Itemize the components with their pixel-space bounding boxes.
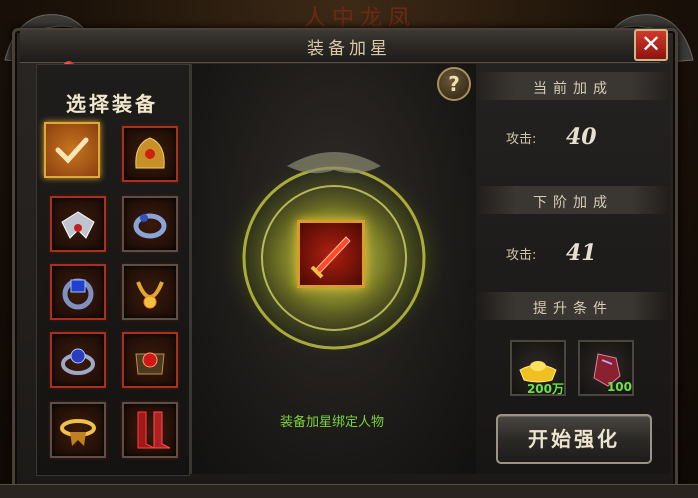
equipment-slot-selected[interactable]: [44, 122, 100, 178]
help-button[interactable]: ?: [437, 67, 471, 101]
equipment-select-title: 选择装备: [66, 92, 158, 116]
target-equipment-slot[interactable]: [297, 220, 365, 288]
equipment-slot-necklace[interactable]: [122, 264, 178, 320]
equipment-slot-amulet[interactable]: [50, 196, 106, 252]
equipment-slot-boots[interactable]: [122, 402, 178, 458]
next-bonus-title: 下阶加成: [533, 195, 613, 211]
next-attack-label: 攻击:: [506, 248, 537, 263]
bind-notice: 装备加星绑定人物: [279, 415, 384, 430]
crimson-boots-icon: [137, 411, 171, 449]
checkmark-icon: [55, 137, 89, 164]
red-sword-icon: [310, 236, 351, 279]
equipment-slot-belt[interactable]: [122, 332, 178, 388]
equipment-slot-gold-ring[interactable]: [50, 402, 106, 458]
gold-ring-icon: [60, 419, 96, 446]
material-count-gold: 200万: [526, 382, 564, 396]
current-attack-value: 40: [566, 124, 597, 150]
current-bonus-title: 当前加成: [533, 81, 613, 97]
equipment-slot-helmet[interactable]: [122, 126, 178, 182]
sapphire-ring-icon: [61, 348, 95, 375]
bracelet-icon: [133, 213, 167, 239]
dragon-necklace-icon: [136, 281, 164, 309]
equipment-slot-sapphire-ring[interactable]: [50, 332, 106, 388]
blue-gem-ring-icon: [62, 278, 94, 310]
winged-amulet-icon: [61, 211, 95, 239]
golden-helmet-icon: [135, 137, 165, 169]
equipment-slot-bracelet[interactable]: [122, 196, 178, 252]
current-attack-label: 攻击:: [506, 132, 537, 147]
background-title: 人中龙凤: [303, 6, 416, 31]
close-button[interactable]: ✕: [634, 29, 668, 61]
requirement-title: 提升条件: [533, 301, 613, 317]
next-attack-value: 41: [566, 240, 597, 266]
equipment-slot-blue-ring[interactable]: [50, 264, 106, 320]
bottom-hud-bar: [0, 484, 698, 498]
game-screen: 人中龙凤 装备加星 ✕ 选择装备 ? 装备加星绑定人物 当前加成 攻击: 40 …: [0, 0, 698, 498]
window-title: 装备加星: [307, 39, 391, 59]
ruby-belt-icon: [135, 352, 165, 375]
start-upgrade-button[interactable]: 开始强化: [496, 414, 652, 464]
material-count-stone: 100: [606, 380, 632, 394]
